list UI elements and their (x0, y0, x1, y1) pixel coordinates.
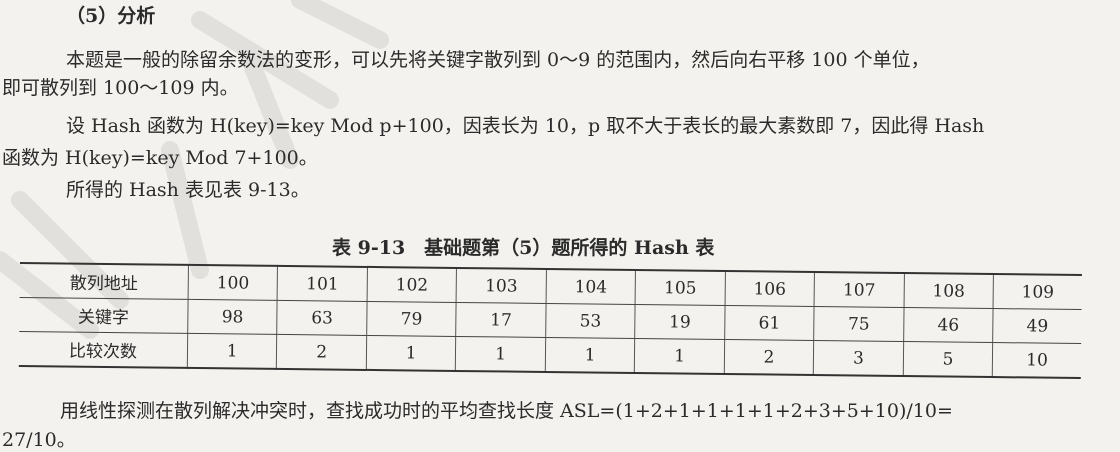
table-cell: 109 (993, 274, 1082, 310)
table-cell: 79 (366, 301, 457, 337)
table-row-header: 散列地址 (19, 262, 189, 300)
hash-table-body: 散列地址 100 101 102 103 104 105 106 107 108 109 关键字 98 6… (18, 262, 1082, 379)
table-cell: 53 (545, 303, 636, 339)
table-cell: 2 (724, 339, 814, 376)
table-cell: 49 (992, 308, 1082, 344)
table-cell: 1 (187, 333, 278, 369)
paragraph-2-line-2: 函数为 H(key)=key Mod 7+100。 (2, 147, 318, 169)
table-cell: 104 (545, 268, 636, 305)
table-cell: 2 (276, 334, 367, 370)
table-cell: 98 (187, 299, 278, 335)
table-cell: 46 (903, 307, 994, 343)
table-row-header: 关键字 (19, 297, 189, 334)
table-cell: 75 (813, 306, 904, 342)
table-cell: 106 (724, 271, 815, 307)
table-cell: 1 (366, 335, 457, 371)
table-cell: 107 (814, 272, 905, 308)
paragraph-1-line-2: 即可散列到 100～109 内。 (2, 77, 239, 99)
table-cell: 17 (456, 302, 546, 338)
table-cell: 63 (277, 300, 368, 336)
paragraph-4-line-2: 27/10。 (2, 429, 76, 451)
table-cell: 19 (635, 304, 725, 340)
table-row-header: 比较次数 (18, 331, 188, 368)
table-caption: 表 9-13 基础题第（5）题所得的 Hash 表 (332, 237, 715, 259)
table-cell: 10 (992, 342, 1082, 379)
table-cell: 3 (813, 340, 904, 377)
table-cell: 103 (456, 267, 547, 304)
document-page: （5）分析 本题是一般的除留余数法的变形，可以先将关键字散列到 0～9 的范围内… (0, 0, 1120, 451)
section-heading: （5）分析 (66, 5, 156, 27)
table-cell: 101 (277, 265, 368, 302)
paragraph-3: 所得的 Hash 表见表 9-13。 (66, 179, 310, 201)
table-cell: 61 (724, 305, 815, 341)
table-cell: 100 (188, 264, 278, 301)
table-cell: 1 (634, 338, 725, 374)
table-cell: 5 (903, 341, 993, 378)
paragraph-1-line-1: 本题是一般的除留余数法的变形，可以先将关键字散列到 0～9 的范围内，然后向右平… (66, 49, 930, 71)
paragraph-2-line-1: 设 Hash 函数为 H(key)=key Mod p+100，因表长为 10，… (66, 115, 985, 137)
hash-table: 散列地址 100 101 102 103 104 105 106 107 108 109 关键字 98 6… (18, 262, 1082, 380)
table-cell: 102 (367, 266, 457, 303)
paragraph-4-line-1: 用线性探测在散列解决冲突时，查找成功时的平均查找长度 ASL=(1+2+1+1+… (60, 400, 953, 422)
table-cell: 1 (455, 336, 546, 372)
table-cell: 105 (635, 269, 726, 306)
table-cell: 1 (545, 337, 636, 373)
table-cell: 108 (903, 273, 994, 309)
